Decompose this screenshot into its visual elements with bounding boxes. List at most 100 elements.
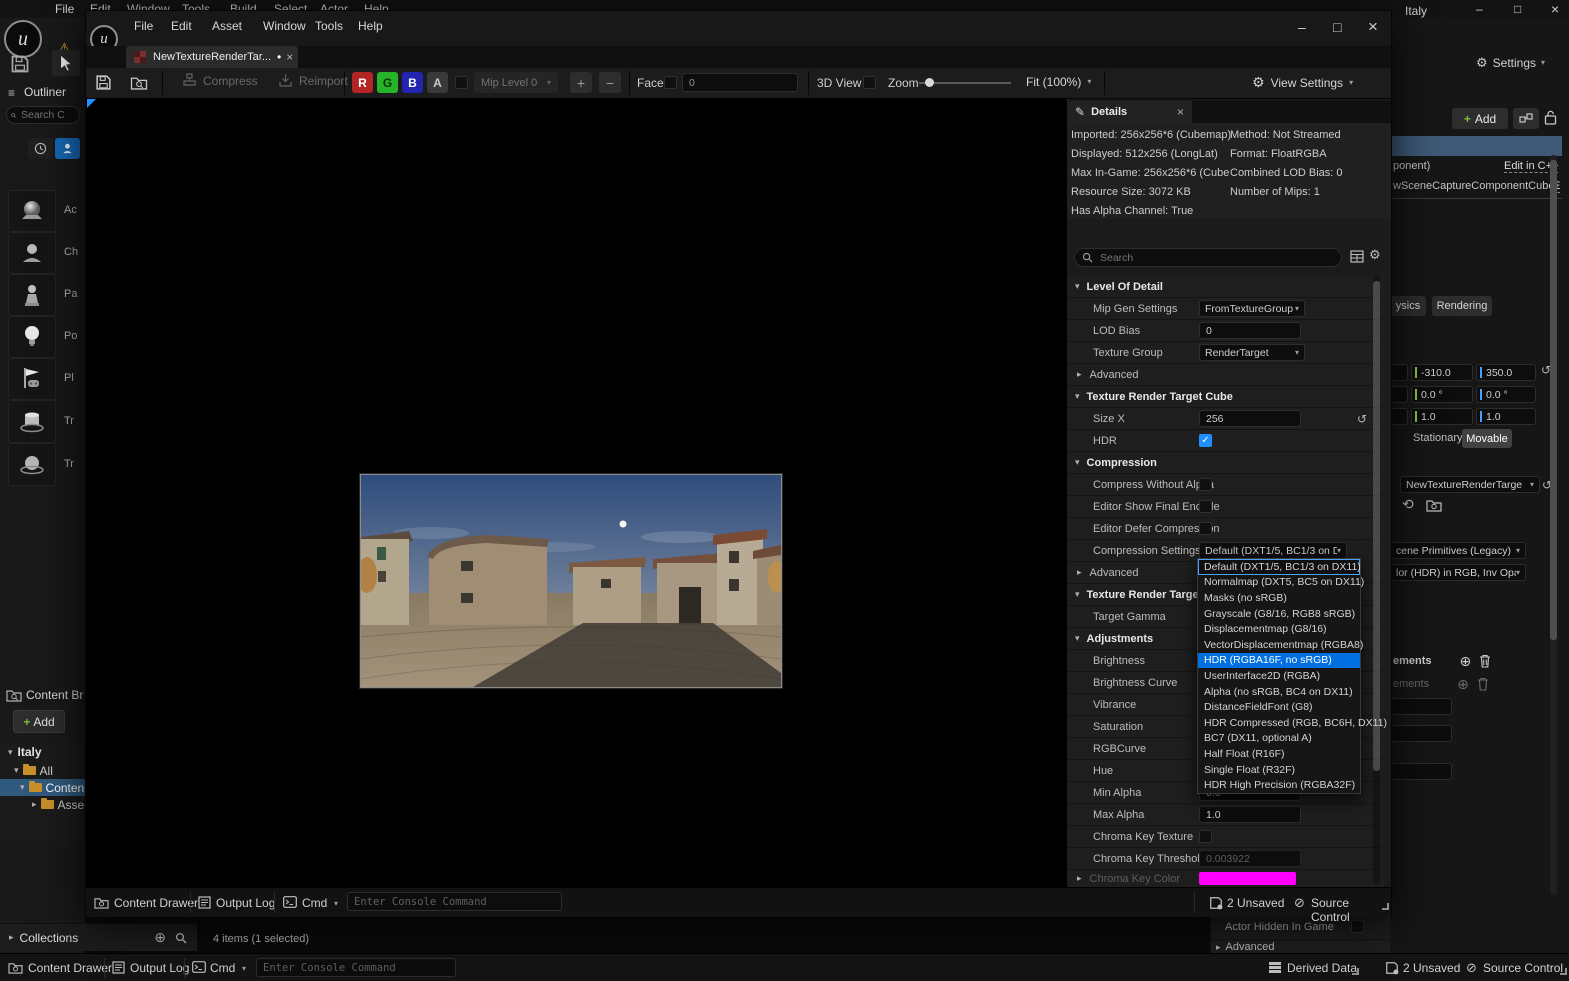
search-collections-icon[interactable] — [175, 932, 187, 944]
face-checkbox[interactable] — [664, 76, 677, 89]
chroma-key-texture-checkbox[interactable] — [1199, 830, 1212, 843]
tab-physics[interactable]: ysics — [1390, 296, 1426, 316]
tree-item-content[interactable]: ▾ Conten — [0, 779, 85, 796]
expander-icon[interactable]: ▸ — [32, 800, 37, 809]
menu-item-file[interactable]: File — [134, 19, 153, 33]
details-search-box[interactable] — [1074, 248, 1342, 267]
channel-blue-button[interactable]: B — [402, 72, 423, 93]
details-search-input[interactable] — [1098, 251, 1322, 265]
lod-bias-input[interactable] — [1199, 322, 1301, 339]
add-asset-button[interactable]: + Add — [13, 710, 65, 733]
unsaved-status-button[interactable]: 2 Unsaved — [1403, 961, 1460, 975]
unsaved-status-button[interactable]: 2 Unsaved — [1227, 896, 1284, 910]
content-drawer-button[interactable]: Content Drawer — [28, 961, 112, 975]
settings-control[interactable]: ⚙ Settings ▾ — [1476, 55, 1545, 71]
texture-group-dropdown[interactable]: RenderTarget▾ — [1199, 344, 1305, 361]
save-icon[interactable] — [95, 74, 112, 91]
place-actor-character[interactable] — [8, 232, 56, 274]
tab-rendering[interactable]: Rendering — [1432, 296, 1492, 316]
chevron-down-icon[interactable]: ▾ — [334, 900, 338, 908]
window-close-button[interactable]: × — [1368, 17, 1378, 37]
menu-option[interactable]: VectorDisplacementmap (RGBA8) — [1198, 637, 1360, 653]
mip-level-dropdown[interactable]: Mip Level 0 ▾ — [474, 72, 558, 93]
menu-option[interactable]: DistanceFieldFont (G8) — [1198, 699, 1360, 715]
channel-green-button[interactable]: G — [377, 72, 398, 93]
close-tab-icon[interactable]: × — [286, 50, 293, 64]
place-actor-player-start[interactable] — [8, 358, 56, 400]
source-control-button[interactable]: Source Control — [1311, 896, 1391, 924]
actors-filter-button[interactable] — [55, 138, 80, 159]
compress-without-alpha-checkbox[interactable] — [1199, 478, 1212, 491]
window-restore-button[interactable]: □ — [1514, 2, 1521, 16]
fit-dropdown[interactable]: Fit (100%) ▾ — [1026, 75, 1091, 89]
trash-icon[interactable] — [1479, 654, 1491, 668]
chevron-down-icon[interactable]: ▾ — [242, 965, 246, 973]
mip-plus-button[interactable]: + — [570, 72, 592, 93]
menu-option[interactable]: Alpha (no sRGB, BC4 on DX11) — [1198, 684, 1360, 700]
rotation-z-field[interactable]: 0.0 ° — [1476, 386, 1536, 403]
tree-item-assets[interactable]: ▸ Asse — [0, 796, 85, 813]
source-control-button[interactable]: Source Control — [1483, 961, 1563, 975]
chroma-key-color-swatch[interactable] — [1199, 872, 1296, 885]
location-y-field[interactable]: -310.0 — [1411, 364, 1473, 381]
lock-icon[interactable] — [1544, 110, 1557, 125]
use-selected-asset-icon[interactable]: ⟲ — [1402, 496, 1414, 513]
save-all-icon[interactable] — [10, 54, 30, 74]
transform-x-clipped[interactable] — [1390, 364, 1408, 381]
texture-viewport[interactable] — [86, 98, 1066, 887]
place-actor-trigger-box[interactable] — [8, 400, 56, 443]
place-actor-sphere[interactable] — [8, 190, 56, 232]
size-x-input[interactable] — [1199, 410, 1301, 427]
output-log-button[interactable]: Output Log — [216, 896, 275, 910]
scrollbar-track[interactable] — [1550, 155, 1557, 895]
menu-item-window[interactable]: Window — [263, 19, 306, 33]
menu-item-file[interactable]: File — [55, 2, 74, 16]
menu-option[interactable]: Half Float (R16F) — [1198, 746, 1360, 762]
editor-show-final-encode-checkbox[interactable] — [1199, 500, 1212, 513]
category-compression[interactable]: ▾Compression — [1067, 452, 1384, 474]
menu-item-asset[interactable]: Asset — [212, 19, 242, 33]
expander-icon[interactable]: ▸ — [1216, 943, 1221, 952]
scrollbar-track[interactable] — [1373, 276, 1380, 884]
mobility-stationary[interactable]: Stationary — [1413, 432, 1463, 444]
capture-source-dropdown[interactable]: lor (HDR) in RGB, Inv Opacity ▾ — [1390, 564, 1526, 581]
render-target-dropdown[interactable]: NewTextureRenderTarge ▾ — [1400, 476, 1540, 493]
blueprint-script-button[interactable] — [1513, 108, 1539, 129]
reset-to-default-icon[interactable]: ↺ — [1357, 412, 1367, 426]
view-3d-checkbox[interactable] — [863, 76, 876, 89]
menu-option[interactable]: Displacementmap (G8/16) — [1198, 621, 1360, 637]
expander-icon[interactable]: ▸ — [9, 933, 14, 942]
selected-component-row[interactable] — [1390, 136, 1562, 156]
menu-option[interactable]: BC7 (DX11, optional A) — [1198, 731, 1360, 747]
add-collection-icon[interactable]: ⊕ — [154, 929, 166, 946]
location-z-field[interactable]: 350.0 — [1476, 364, 1536, 381]
mip-minus-button[interactable]: − — [599, 72, 621, 93]
category-texture-render-target-cube[interactable]: ▾Texture Render Target Cube — [1067, 386, 1384, 408]
menu-option[interactable]: UserInterface2D (RGBA) — [1198, 668, 1360, 684]
outliner-search-input[interactable] — [19, 108, 75, 122]
menu-option[interactable]: HDR Compressed (RGB, BC6H, DX11) — [1198, 715, 1360, 731]
menu-item-edit[interactable]: Edit — [171, 19, 192, 33]
output-log-button[interactable]: Output Log — [130, 961, 189, 975]
menu-option-highlighted[interactable]: HDR (RGBA16F, no sRGB) — [1198, 653, 1360, 669]
property-field[interactable] — [1390, 763, 1452, 780]
compression-settings-dropdown[interactable]: Default (DXT1/5, BC1/3 on DX11)▾ — [1199, 542, 1347, 559]
scrollbar-thumb[interactable] — [1373, 281, 1380, 771]
transform-x-clipped[interactable] — [1390, 408, 1408, 425]
category-level-of-detail[interactable]: ▾Level Of Detail — [1067, 276, 1384, 298]
mip-level-checkbox[interactable] — [455, 76, 468, 89]
derived-data-button[interactable]: Derived Data — [1287, 961, 1357, 975]
window-maximize-button[interactable]: □ — [1333, 19, 1341, 35]
window-minimize-button[interactable]: – — [1298, 19, 1306, 35]
scale-y-field[interactable]: 1.0 — [1411, 408, 1473, 425]
browse-to-asset-icon[interactable] — [130, 75, 148, 90]
menu-option[interactable]: Default (DXT1/5, BC1/3 on DX11) — [1198, 559, 1360, 575]
primitive-render-mode-dropdown[interactable]: cene Primitives (Legacy) ▾ — [1390, 542, 1526, 559]
select-tool-button[interactable] — [52, 50, 80, 76]
mobility-movable[interactable]: Movable — [1462, 429, 1512, 448]
compress-button[interactable]: Compress — [182, 73, 258, 88]
menu-option[interactable]: Normalmap (DXT5, BC5 on DX11) — [1198, 575, 1360, 591]
menu-option[interactable]: Single Float (R32F) — [1198, 762, 1360, 778]
menu-option[interactable]: Grayscale (G8/16, RGB8 sRGB) — [1198, 606, 1360, 622]
browse-to-asset-icon[interactable] — [1426, 498, 1442, 512]
